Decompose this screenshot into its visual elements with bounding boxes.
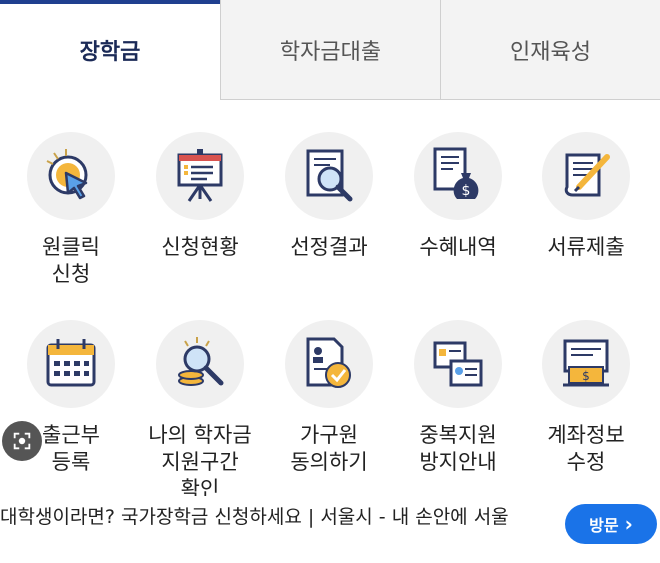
menu-item-label: 서류제출 — [547, 235, 625, 259]
menu-item-benefit-history[interactable]: $ 수혜내역 — [393, 132, 523, 261]
menu-item-selection-result[interactable]: 선정결과 — [264, 132, 394, 261]
visit-button-label: 방문 — [589, 516, 619, 535]
scroll-pen-icon — [542, 132, 630, 220]
document-check-icon — [285, 320, 373, 408]
menu-item-label: 계좌정보 수정 — [547, 423, 625, 474]
lens-search-icon[interactable] — [2, 421, 42, 461]
visit-button[interactable]: 방문 › — [565, 504, 657, 544]
tab-student-loan[interactable]: 학자금대출 — [220, 0, 441, 100]
menu-item-label: 중복지원 방지안내 — [419, 423, 497, 474]
menu-item-household-consent[interactable]: 가구원 동의하기 — [264, 320, 394, 476]
menu-item-label: 나의 학자금 지원구간 확인 — [148, 423, 252, 501]
menu-item-label: 원클릭 신청 — [42, 235, 100, 286]
menu-item-duplicate-support-guide[interactable]: 중복지원 방지안내 — [393, 320, 523, 476]
menu-item-submit-documents[interactable]: 서류제출 — [521, 132, 651, 261]
active-tab-indicator — [0, 0, 220, 4]
coins-magnifier-icon — [156, 320, 244, 408]
ad-banner[interactable]: 대학생이라면? 국가장학금 신청하세요 | 서울시 - 내 손안에 서울 방문 … — [0, 496, 660, 563]
tab-label: 인재육성 — [510, 39, 591, 65]
bank-account-icon: $ — [542, 320, 630, 408]
svg-text:$: $ — [582, 369, 590, 383]
menu-item-one-click-apply[interactable]: 원클릭 신청 — [6, 132, 136, 288]
menu-item-edit-account-info[interactable]: $ 계좌정보 수정 — [521, 320, 651, 476]
chevron-right-icon: › — [624, 512, 633, 536]
money-bag-document-icon: $ — [414, 132, 502, 220]
menu-item-label: 선정결과 — [290, 235, 368, 259]
tab-talent-development[interactable]: 인재육성 — [441, 0, 660, 100]
svg-text:$: $ — [462, 183, 471, 199]
presentation-board-icon — [156, 132, 244, 220]
menu-item-application-status[interactable]: 신청현황 — [135, 132, 265, 261]
click-icon — [27, 132, 115, 220]
tab-bar: 장학금 학자금대출 인재육성 — [0, 0, 660, 100]
menu-item-label: 가구원 동의하기 — [290, 423, 368, 474]
menu-item-my-support-bracket[interactable]: 나의 학자금 지원구간 확인 — [135, 320, 265, 503]
tab-label: 학자금대출 — [279, 39, 382, 65]
menu-item-label: 수혜내역 — [419, 235, 497, 259]
ad-text: 대학생이라면? 국가장학금 신청하세요 | 서울시 - 내 손안에 서울 — [0, 506, 509, 528]
document-search-icon — [285, 132, 373, 220]
menu-item-label: 출근부 등록 — [42, 423, 100, 474]
tab-scholarship[interactable]: 장학금 — [0, 0, 220, 100]
calendar-icon — [27, 320, 115, 408]
menu-item-label: 신청현황 — [161, 235, 239, 259]
duplicate-cards-icon — [414, 320, 502, 408]
tab-label: 장학금 — [79, 40, 141, 65]
